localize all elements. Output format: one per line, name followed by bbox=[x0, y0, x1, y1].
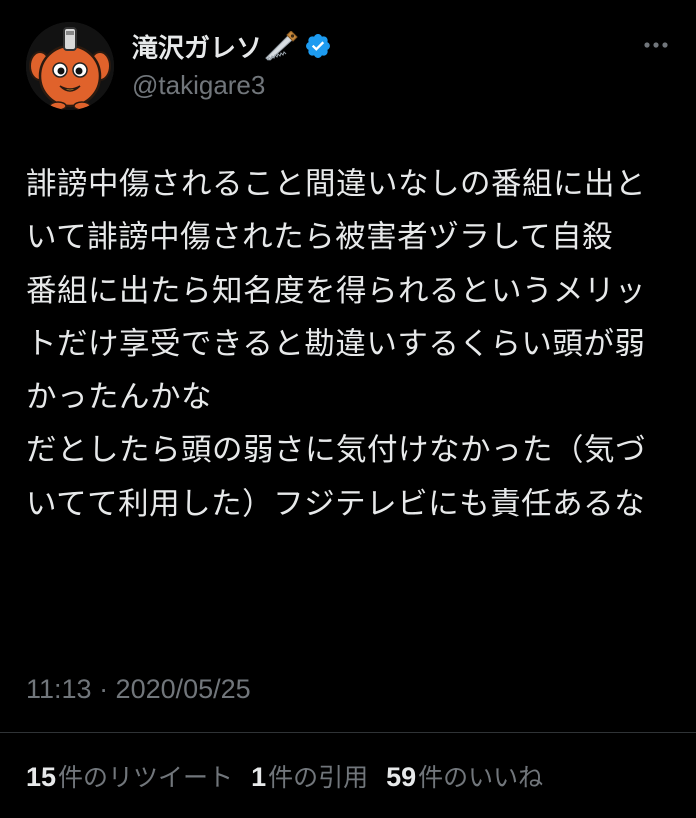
more-options-icon bbox=[644, 42, 668, 48]
tweet-timestamp[interactable]: 11:13 · 2020/05/25 bbox=[26, 674, 251, 705]
saw-icon bbox=[264, 30, 298, 61]
like-count: 59 bbox=[386, 762, 417, 792]
mascot-avatar-icon[interactable] bbox=[26, 22, 114, 110]
quote-label: 件の引用 bbox=[268, 763, 369, 792]
retweet-count: 15 bbox=[26, 762, 57, 792]
display-name[interactable]: 滝沢ガレソ bbox=[132, 28, 262, 65]
user-handle[interactable]: @takigare3 bbox=[132, 70, 265, 101]
retweet-stat[interactable]: 15 件のリツイート bbox=[26, 758, 233, 794]
quote-count: 1 bbox=[251, 762, 267, 792]
verified-badge-icon bbox=[304, 32, 332, 60]
divider bbox=[0, 732, 696, 733]
like-stat[interactable]: 59 件のいいね bbox=[386, 758, 543, 794]
quote-stat[interactable]: 1 件の引用 bbox=[251, 758, 368, 794]
tweet-text: 誹謗中傷されること間違いなしの番組に出といて誹謗中傷されたら被害者ヅラして自殺 … bbox=[26, 167, 646, 522]
author-name-row[interactable]: 滝沢ガレソ bbox=[132, 28, 332, 64]
like-label: 件のいいね bbox=[418, 763, 544, 792]
tweet-detail: 滝沢ガレソ @takigare3 誹謗中傷されること間違いなしの番組に出といて誹… bbox=[0, 0, 696, 818]
engagement-stats: 15 件のリツイート 1 件の引用 59 件のいいね bbox=[26, 758, 561, 794]
retweet-label: 件のリツイート bbox=[58, 763, 234, 792]
more-options-button[interactable] bbox=[636, 30, 676, 60]
